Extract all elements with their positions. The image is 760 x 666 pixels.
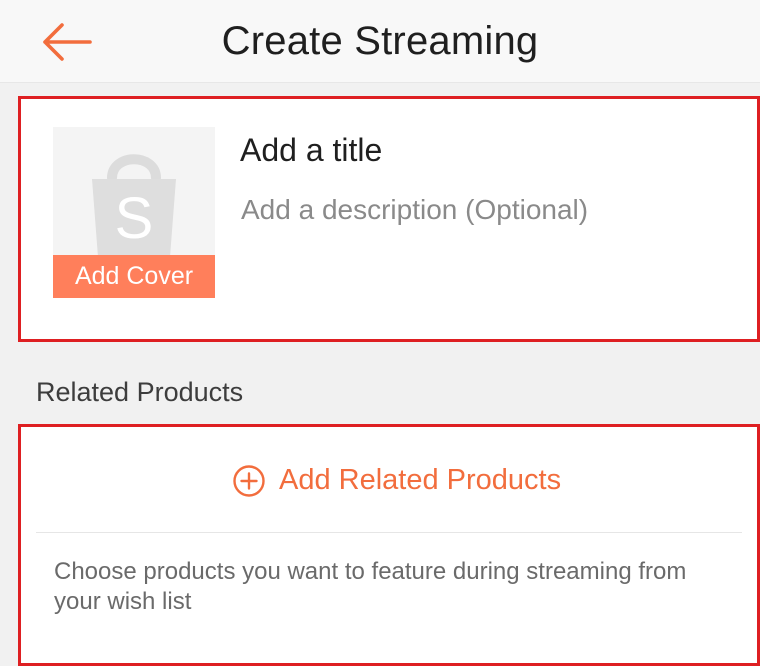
description-field[interactable]: Add a description (Optional)	[241, 190, 721, 230]
shopping-bag-icon: S	[92, 154, 176, 257]
related-products-label: Related Products	[36, 377, 244, 407]
create-streaming-screen: Create Streaming S Add Cover Add a title…	[0, 0, 760, 666]
plus-circle-icon	[233, 465, 265, 497]
add-cover-button[interactable]: Add Cover	[53, 255, 215, 298]
cover-image-picker[interactable]: S Add Cover	[53, 127, 215, 298]
app-header: Create Streaming	[0, 0, 760, 83]
add-related-products-label: Add Related Products	[279, 464, 562, 496]
stream-info-card: S Add Cover Add a title Add a descriptio…	[18, 96, 760, 342]
related-products-card: Add Related Products Choose products you…	[18, 424, 760, 666]
page-title: Create Streaming	[221, 19, 539, 63]
cover-bag-letter: S	[115, 186, 154, 251]
add-related-products-button[interactable]: Add Related Products	[18, 424, 760, 532]
related-products-help-text: Choose products you want to feature duri…	[54, 558, 687, 615]
title-field[interactable]: Add a title	[240, 130, 710, 170]
divider	[36, 532, 742, 533]
